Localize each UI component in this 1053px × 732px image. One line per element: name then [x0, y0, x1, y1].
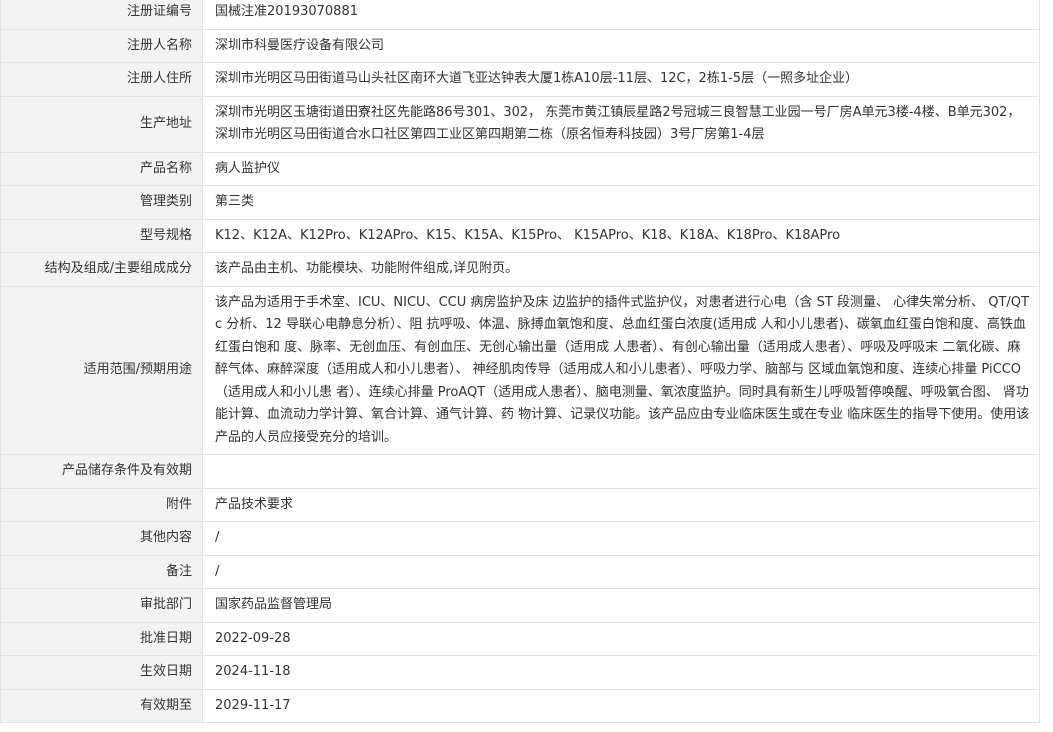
row-registration-number: 注册证编号 国械注准20193070881 — [0, 0, 1040, 30]
field-value: 该产品为适用于手术室、ICU、NICU、CCU 病房监护及床 边监护的插件式监护… — [202, 285, 1040, 455]
field-label: 备注 — [0, 554, 203, 589]
registration-info-table: 注册证编号 国械注准20193070881 注册人名称 深圳市科曼医疗设备有限公… — [0, 0, 1040, 723]
row-product-name: 产品名称 病人监护仪 — [0, 151, 1040, 186]
row-approval-department: 审批部门 国家药品监督管理局 — [0, 588, 1040, 623]
field-label: 附件 — [0, 487, 203, 522]
field-label: 生产地址 — [0, 95, 203, 153]
field-label: 生效日期 — [0, 655, 203, 690]
field-label: 管理类别 — [0, 185, 203, 220]
row-remarks: 备注 / — [0, 554, 1040, 589]
field-value: 国家药品监督管理局 — [202, 588, 1040, 623]
row-attachment: 附件 产品技术要求 — [0, 487, 1040, 522]
field-label: 结构及组成/主要组成成分 — [0, 252, 203, 287]
field-label: 产品名称 — [0, 151, 203, 186]
row-intended-use: 适用范围/预期用途 该产品为适用于手术室、ICU、NICU、CCU 病房监护及床… — [0, 285, 1040, 455]
row-expiry-date: 有效期至 2029-11-17 — [0, 688, 1040, 723]
row-production-address: 生产地址 深圳市光明区玉塘街道田寮社区先能路86号301、302， 东莞市黄江镇… — [0, 95, 1040, 153]
row-storage-validity: 产品储存条件及有效期 — [0, 454, 1040, 489]
field-label: 其他内容 — [0, 521, 203, 556]
row-registrant-name: 注册人名称 深圳市科曼医疗设备有限公司 — [0, 28, 1040, 63]
field-label: 审批部门 — [0, 588, 203, 623]
field-label: 型号规格 — [0, 218, 203, 253]
row-management-class: 管理类别 第三类 — [0, 185, 1040, 220]
field-value — [202, 454, 1040, 489]
field-label: 产品储存条件及有效期 — [0, 454, 203, 489]
field-value: 2029-11-17 — [202, 688, 1040, 723]
row-structure-composition: 结构及组成/主要组成成分 该产品由主机、功能模块、功能附件组成,详见附页。 — [0, 252, 1040, 287]
row-approval-date: 批准日期 2022-09-28 — [0, 621, 1040, 656]
field-label: 适用范围/预期用途 — [0, 285, 203, 455]
field-label: 注册人住所 — [0, 62, 203, 97]
field-label: 注册人名称 — [0, 28, 203, 63]
field-value: 深圳市光明区马田街道马山头社区南环大道飞亚达钟表大厦1栋A10层-11层、12C… — [202, 62, 1040, 97]
field-label: 注册证编号 — [0, 0, 203, 30]
field-value: 病人监护仪 — [202, 151, 1040, 186]
field-label: 有效期至 — [0, 688, 203, 723]
field-value: 2022-09-28 — [202, 621, 1040, 656]
field-value: / — [202, 554, 1040, 589]
row-effective-date: 生效日期 2024-11-18 — [0, 655, 1040, 690]
field-value: K12、K12A、K12Pro、K12APro、K15、K15A、K15Pro、… — [202, 218, 1040, 253]
field-label: 批准日期 — [0, 621, 203, 656]
row-model-spec: 型号规格 K12、K12A、K12Pro、K12APro、K15、K15A、K1… — [0, 218, 1040, 253]
row-registrant-address: 注册人住所 深圳市光明区马田街道马山头社区南环大道飞亚达钟表大厦1栋A10层-1… — [0, 62, 1040, 97]
field-value: 深圳市光明区玉塘街道田寮社区先能路86号301、302， 东莞市黄江镇辰星路2号… — [202, 95, 1040, 153]
field-value: / — [202, 521, 1040, 556]
row-other-content: 其他内容 / — [0, 521, 1040, 556]
registration-info-panel: 注册证编号 国械注准20193070881 注册人名称 深圳市科曼医疗设备有限公… — [0, 0, 1040, 732]
field-value: 第三类 — [202, 185, 1040, 220]
field-value: 产品技术要求 — [202, 487, 1040, 522]
field-value: 深圳市科曼医疗设备有限公司 — [202, 28, 1040, 63]
field-value: 国械注准20193070881 — [202, 0, 1040, 30]
field-value: 2024-11-18 — [202, 655, 1040, 690]
field-value: 该产品由主机、功能模块、功能附件组成,详见附页。 — [202, 252, 1040, 287]
